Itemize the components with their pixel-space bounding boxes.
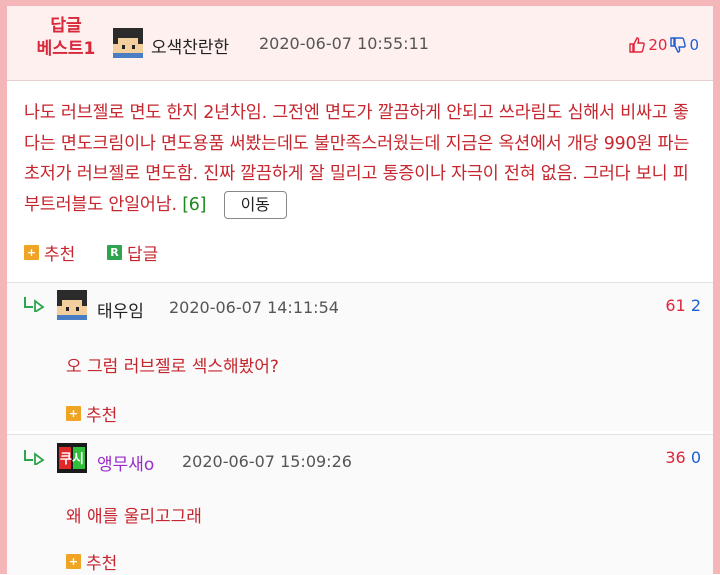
post-body-text: 나도 러브젤로 면도 한지 2년차임. 그전엔 면도가 깔끔하게 안되고 쓰라림…	[24, 103, 690, 215]
recommend-label: 추천	[44, 245, 76, 265]
comment-down-count[interactable]: 0	[691, 448, 701, 467]
comment-text: 왜 애를 울리고그래	[66, 507, 202, 527]
comment-text: 오 그럼 러브젤로 섹스해봤어?	[66, 357, 279, 377]
best-comment-card: 답글 베스트1 오색찬란한 2020-06-07 10:55:11 20 0 나…	[0, 0, 720, 575]
author-avatar[interactable]	[113, 28, 143, 58]
comment-up-count[interactable]: 36	[665, 448, 685, 467]
comment-votes: 36 0	[665, 448, 701, 467]
plus-icon: +	[66, 406, 81, 421]
comment-recommend-button[interactable]: + 추천	[66, 401, 117, 426]
post-recommend-button[interactable]: + 추천	[24, 240, 75, 265]
reply-r-icon: R	[107, 245, 122, 260]
reply-arrow-icon	[24, 297, 45, 312]
plus-icon: +	[24, 245, 39, 260]
comment-author-name[interactable]: 태우임	[97, 297, 144, 322]
move-button[interactable]: 이동	[223, 190, 287, 219]
recommend-label: 추천	[86, 554, 118, 574]
best-badge-line1: 답글	[50, 16, 82, 36]
post-votes: 20 0	[629, 36, 699, 54]
recommend-label: 추천	[86, 406, 118, 426]
comment-recommend-button[interactable]: + 추천	[66, 549, 117, 574]
comment-author-name[interactable]: 앵무새o	[97, 450, 154, 475]
avatar-text: 쿠시	[60, 452, 84, 467]
thumbs-down-icon[interactable]	[670, 37, 687, 53]
best-reply-badge: 답글 베스트1	[27, 15, 105, 61]
post-header: 답글 베스트1 오색찬란한 2020-06-07 10:55:11 20 0	[7, 6, 713, 81]
thumbs-up-icon[interactable]	[629, 37, 646, 53]
plus-icon: +	[66, 554, 81, 569]
comment-votes: 61 2	[665, 296, 701, 315]
post-date: 2020-06-07 10:55:11	[259, 34, 429, 53]
post-reference-link[interactable]: [6]	[182, 195, 206, 215]
comment-down-count[interactable]: 2	[691, 296, 701, 315]
post-reply-button[interactable]: R 답글	[107, 240, 158, 265]
post-down-count: 0	[689, 36, 699, 54]
comment-date: 2020-06-07 14:11:54	[169, 298, 339, 317]
comment-up-count[interactable]: 61	[665, 296, 685, 315]
comment-date: 2020-06-07 15:09:26	[182, 452, 352, 471]
post-body: 나도 러브젤로 면도 한지 2년차임. 그전엔 면도가 깔끔하게 안되고 쓰라림…	[24, 98, 704, 220]
reply-arrow-icon	[24, 450, 45, 465]
post-up-count: 20	[648, 36, 668, 54]
comment-avatar[interactable]: 쿠시	[57, 443, 87, 473]
post-author-name[interactable]: 오색찬란한	[151, 33, 229, 58]
best-badge-line2: 베스트1	[36, 39, 96, 59]
reply-label: 답글	[127, 245, 159, 265]
comment-avatar[interactable]	[57, 290, 87, 320]
